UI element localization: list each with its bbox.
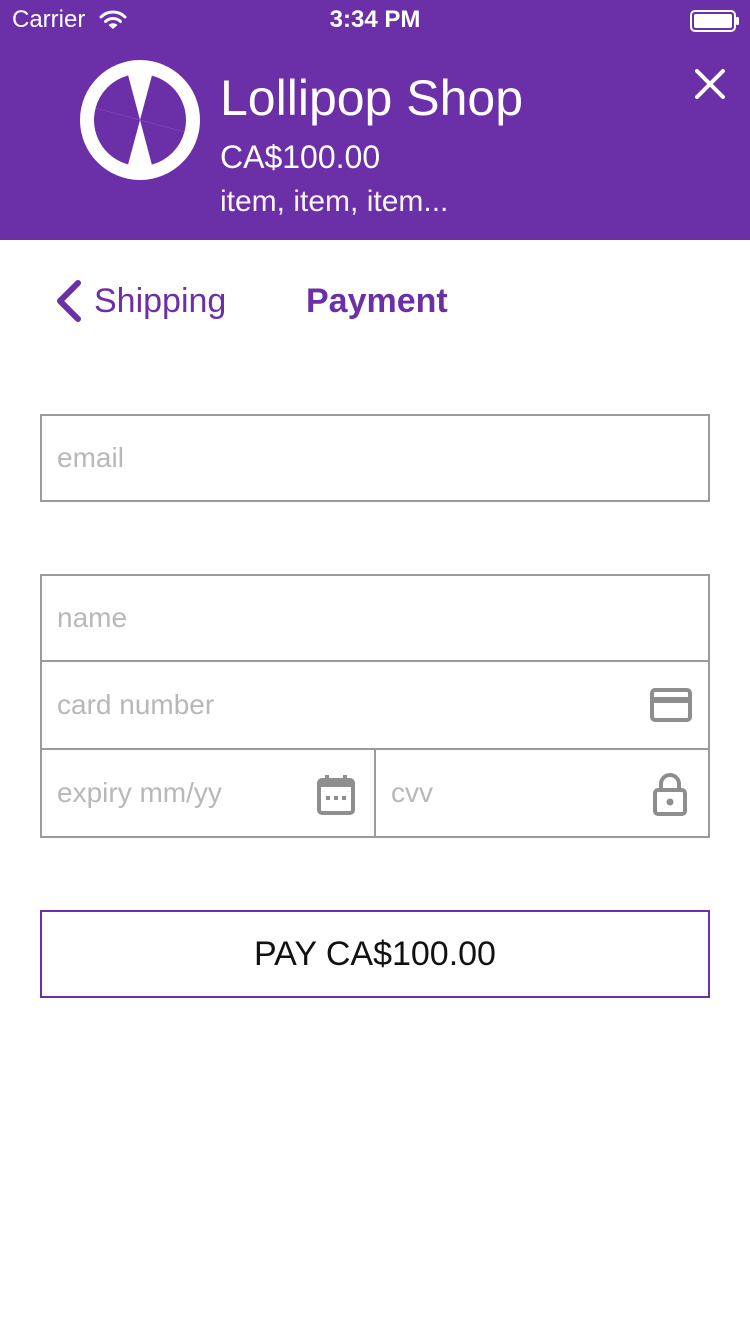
credit-card-icon	[650, 688, 692, 722]
current-step-title: Payment	[306, 282, 448, 320]
close-button[interactable]	[688, 62, 732, 106]
battery-icon	[690, 10, 739, 32]
status-time: 3:34 PM	[329, 6, 421, 33]
chevron-left-icon	[57, 280, 81, 322]
back-label: Shipping	[94, 281, 227, 320]
cvv-field-container	[374, 748, 710, 838]
calendar-icon	[317, 775, 355, 815]
lock-icon	[653, 773, 687, 816]
expiry-field-container	[40, 748, 376, 838]
close-icon	[695, 69, 725, 99]
shop-title: Lollipop Shop	[220, 70, 524, 126]
card-number-field[interactable]	[42, 662, 708, 748]
name-field[interactable]	[42, 576, 708, 660]
email-field-container	[40, 414, 710, 502]
back-to-shipping-button[interactable]: Shipping	[54, 278, 226, 324]
name-field-container	[40, 574, 710, 662]
order-total: CA$100.00	[220, 139, 381, 175]
email-field[interactable]	[42, 416, 708, 500]
pay-button[interactable]: PAY CA$100.00	[40, 910, 710, 998]
checkout-steps-nav: Shipping Payment	[0, 240, 750, 360]
pinwheel-logo	[80, 60, 200, 180]
order-items-summary: item, item, item...	[220, 185, 449, 218]
card-number-field-container	[40, 660, 710, 750]
status-bar: Carrier 3:34 PM	[0, 0, 750, 40]
checkout-header: Carrier 3:34 PM Lollipop Shop CA$100.00 …	[0, 0, 750, 240]
